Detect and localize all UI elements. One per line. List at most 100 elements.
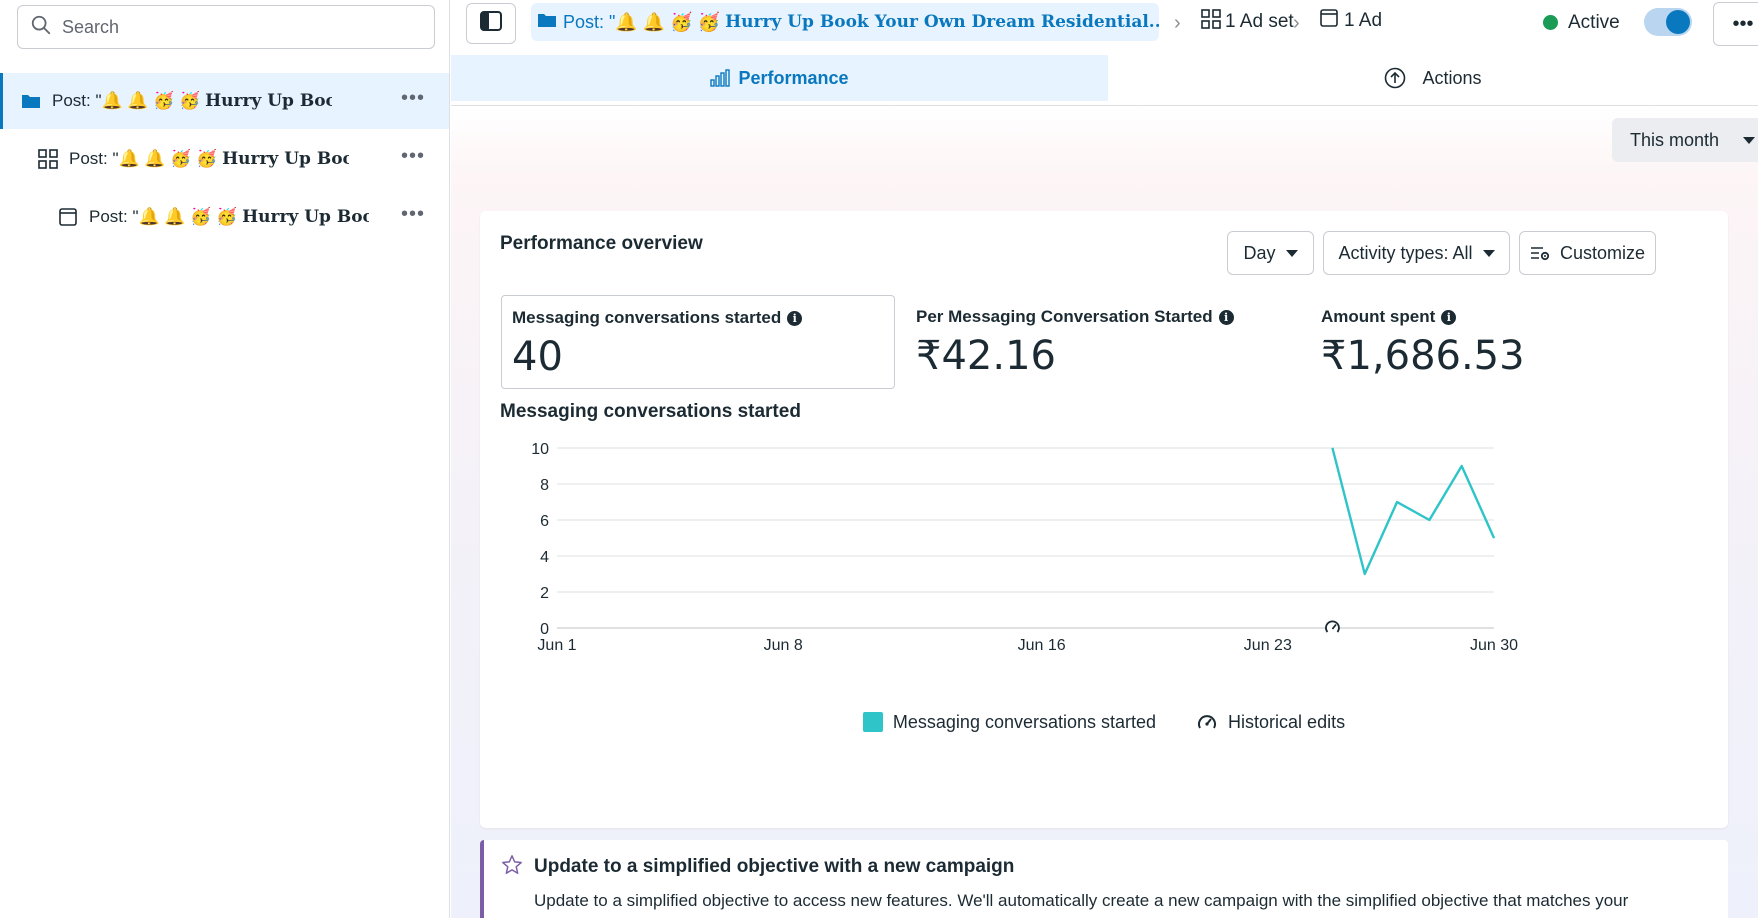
tree-item-adset[interactable]: Post: "🔔 🔔 🥳 🥳 Hurry Up Book Yo... ••• xyxy=(0,131,449,187)
data-point xyxy=(1331,447,1333,449)
simplified-objective-notice: Update to a simplified objective with a … xyxy=(480,840,1728,918)
search-input[interactable] xyxy=(62,16,422,38)
status-indicator-dot xyxy=(1543,15,1558,30)
metric-card-cost-per-conversation[interactable]: Per Messaging Conversation Started i ₹42.… xyxy=(906,295,1300,389)
metric-card-amount-spent[interactable]: Amount spent i ₹1,686.53 xyxy=(1311,295,1705,389)
grid-icon xyxy=(37,148,59,170)
legend-swatch xyxy=(862,712,883,732)
conversations-line-chart: 0 2 4 6 8 10 Jun 1 Jun 8 Jun 16 Jun 23 Jun 30 xyxy=(531,441,1518,654)
panel-toggle-button[interactable] xyxy=(466,3,516,44)
metric-card-conversations[interactable]: Messaging conversations started i 40 xyxy=(501,295,895,389)
customize-button[interactable]: Customize xyxy=(1519,231,1656,275)
notice-body: Update to a simplified objective to acce… xyxy=(534,891,1629,910)
tree-item-label: Post: "🔔 🔔 🥳 🥳 Hurry Up Book Your ... xyxy=(52,91,332,111)
chevron-right-icon: › xyxy=(1174,12,1181,34)
x-tick-label: Jun 30 xyxy=(1470,637,1518,654)
notice-title: Update to a simplified objective with a … xyxy=(534,856,1015,877)
series-line xyxy=(1331,447,1496,576)
caret-down-icon xyxy=(1285,249,1298,257)
window-icon xyxy=(1320,9,1338,33)
data-point xyxy=(1461,465,1463,467)
tree-item-label: Post: "🔔 🔔 🥳 🥳 Hurry Up Book ... xyxy=(89,207,369,227)
caret-down-icon xyxy=(1743,136,1756,144)
legend-item-historical-edits[interactable]: Historical edits xyxy=(1196,711,1345,733)
y-tick-label: 4 xyxy=(540,549,549,566)
more-options-icon[interactable]: ••• xyxy=(401,203,425,226)
metric-value: 40 xyxy=(512,334,563,380)
tree-item-campaign[interactable]: Post: "🔔 🔔 🥳 🥳 Hurry Up Book Your ... ••… xyxy=(0,73,449,129)
performance-overview-title: Performance overview xyxy=(500,233,703,254)
y-tick-label: 10 xyxy=(531,441,549,458)
legend-edits-label: Historical edits xyxy=(1228,711,1346,732)
metric-label-row: Messaging conversations started i xyxy=(512,308,884,328)
tab-performance[interactable]: Performance xyxy=(451,55,1108,101)
info-icon[interactable]: i xyxy=(1441,309,1457,325)
historical-edit-marker[interactable] xyxy=(1325,620,1340,635)
data-point xyxy=(1396,501,1398,503)
breadcrumb-title: Hurry Up Book Your Own Dream Residential… xyxy=(725,12,1159,32)
metric-label-row: Per Messaging Conversation Started i xyxy=(916,307,1290,327)
info-icon[interactable]: i xyxy=(787,310,803,326)
customize-settings-icon xyxy=(1530,245,1550,261)
x-tick-label: Jun 16 xyxy=(1018,637,1066,654)
metric-label-row: Amount spent i xyxy=(1321,307,1695,327)
breadcrumb-adset-label: 1 Ad set xyxy=(1225,11,1294,32)
folder-icon xyxy=(20,90,42,112)
date-range-dropdown[interactable]: This month xyxy=(1612,118,1758,162)
y-tick-label: 0 xyxy=(540,621,549,638)
more-options-icon: ••• xyxy=(1732,12,1754,35)
breadcrumb-ad[interactable]: 1 Ad xyxy=(1320,9,1382,33)
window-icon xyxy=(57,206,79,228)
chevron-right-icon: › xyxy=(1293,12,1300,34)
data-point xyxy=(1493,537,1495,539)
breadcrumb-emoji: 🔔 🔔 🥳 🥳 xyxy=(615,11,721,32)
grid-icon xyxy=(1201,9,1221,35)
star-icon xyxy=(501,854,523,881)
performance-overview-card: Performance overview Day Activity types:… xyxy=(480,211,1728,828)
top-bar: Post: " 🔔 🔔 🥳 🥳 Hurry Up Book Your Own Dr… xyxy=(451,0,1758,48)
metric-label: Messaging conversations started xyxy=(512,308,782,327)
caret-down-icon xyxy=(1482,249,1495,257)
x-tick-label: Jun 1 xyxy=(537,637,576,654)
info-icon[interactable]: i xyxy=(1218,309,1234,325)
tab-actions-label: Actions xyxy=(1422,67,1482,88)
data-point xyxy=(1364,573,1366,575)
breadcrumb-adset[interactable]: 1 Ad set xyxy=(1201,9,1294,35)
more-options-icon[interactable]: ••• xyxy=(401,145,425,168)
tree-item-label: Post: "🔔 🔔 🥳 🥳 Hurry Up Book Yo... xyxy=(69,149,349,169)
breadcrumb-ad-label: 1 Ad xyxy=(1344,10,1383,31)
bar-chart-icon xyxy=(710,69,731,87)
metric-label: Amount spent xyxy=(1321,307,1436,326)
granularity-dropdown[interactable]: Day xyxy=(1227,231,1314,275)
date-range-label: This month xyxy=(1630,129,1720,150)
campaign-sidebar: Post: "🔔 🔔 🥳 🥳 Hurry Up Book Your ... ••… xyxy=(0,0,450,918)
search-icon xyxy=(30,14,52,41)
tab-performance-label: Performance xyxy=(738,67,849,88)
toggle-knob xyxy=(1666,10,1690,34)
customize-label: Customize xyxy=(1559,242,1646,263)
activity-types-label: Activity types: All xyxy=(1338,242,1473,263)
activity-types-dropdown[interactable]: Activity types: All xyxy=(1323,231,1510,275)
granularity-label: Day xyxy=(1243,242,1276,263)
breadcrumb-prefix: Post: " xyxy=(563,11,616,32)
y-tick-label: 2 xyxy=(540,585,549,602)
breadcrumb-campaign[interactable]: Post: " 🔔 🔔 🥳 🥳 Hurry Up Book Your Own Dr… xyxy=(531,3,1159,41)
active-toggle[interactable] xyxy=(1644,8,1692,36)
chart-legend: Messaging conversations started Historic… xyxy=(480,711,1728,733)
y-tick-label: 6 xyxy=(540,513,549,530)
metric-label: Per Messaging Conversation Started xyxy=(916,307,1213,326)
chart-heading: Messaging conversations started xyxy=(500,401,801,422)
legend-item-series[interactable]: Messaging conversations started xyxy=(862,711,1157,733)
tree-item-ad[interactable]: Post: "🔔 🔔 🥳 🥳 Hurry Up Book ... ••• xyxy=(0,189,449,245)
sidebar-panel-icon xyxy=(480,11,502,36)
metric-value: ₹1,686.53 xyxy=(1321,333,1525,379)
folder-icon xyxy=(537,11,557,34)
tab-bar: Performance Actions xyxy=(451,48,1758,106)
search-field[interactable] xyxy=(17,5,435,49)
tab-actions[interactable]: Actions xyxy=(1108,55,1758,101)
legend-series-label: Messaging conversations started xyxy=(892,711,1157,732)
x-tick-label: Jun 8 xyxy=(764,637,803,654)
more-options-icon[interactable]: ••• xyxy=(401,87,425,110)
more-actions-button[interactable]: ••• xyxy=(1713,2,1758,46)
status-label: Active xyxy=(1568,12,1620,33)
